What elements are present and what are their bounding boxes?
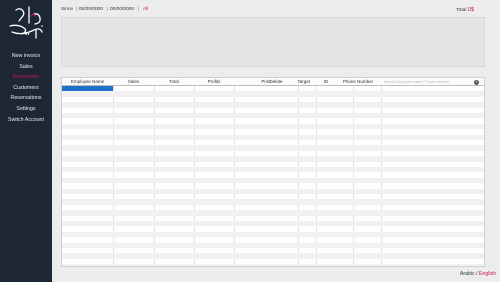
logo-calligraphy — [9, 6, 43, 39]
total-summary: Total 0$ — [456, 6, 474, 15]
column-header-id[interactable]: ID — [316, 78, 336, 86]
table-row[interactable] — [62, 264, 484, 266]
column-header-target[interactable]: Target — [288, 78, 310, 86]
column-header-employee-name[interactable]: Employee Name — [62, 78, 113, 86]
date-filter-bar: Since | 00/00/0000 | 00/00/0000 | All To… — [61, 6, 485, 14]
column-header-total[interactable]: Total — [154, 78, 194, 86]
all-filter-link[interactable]: All — [143, 6, 148, 14]
lang-label-arabic[interactable]: Arabic — [460, 271, 475, 277]
language-switch: Arabic / English — [460, 271, 496, 277]
sidebar-item-customers[interactable]: Customers — [0, 83, 52, 94]
sidebar-item-switch-account[interactable]: Switch Account — [0, 115, 52, 126]
column-header-profits[interactable]: Profits — [194, 78, 234, 86]
sidebar-item-employees[interactable]: Employees — [0, 72, 52, 83]
sidebar-item-new-invoice[interactable]: New invoice — [0, 51, 52, 62]
column-header-phone-number[interactable]: Phone Number — [334, 78, 382, 86]
table-header: Employee Name Sales Total Profits Print … — [62, 78, 484, 86]
sidebar-item-sales[interactable]: Sales — [0, 62, 52, 73]
from-date-field[interactable]: 00/00/0000 — [79, 6, 103, 14]
table-search-input[interactable] — [384, 79, 470, 85]
column-header-sales[interactable]: Sales — [113, 78, 154, 86]
lang-separator: / — [476, 271, 478, 277]
lang-link-english[interactable]: English — [479, 271, 496, 277]
filter-separator: | — [138, 7, 140, 12]
filter-separator: | — [76, 7, 78, 12]
employees-table: Employee Name Sales Total Profits Print … — [61, 77, 485, 267]
filter-separator: | — [107, 7, 109, 12]
total-label: Total — [456, 8, 467, 13]
sidebar-item-settings[interactable]: Settings — [0, 104, 52, 115]
sidebar-item-reservations[interactable]: Reservations — [0, 93, 52, 104]
info-icon[interactable]: i — [474, 79, 479, 85]
since-label: Since — [61, 7, 73, 12]
sidebar-nav: New invoice Sales Employees Customers Re… — [0, 51, 52, 125]
total-value: 0$ — [467, 7, 474, 13]
to-date-field[interactable]: 00/00/0000 — [110, 6, 134, 14]
sidebar: New invoice Sales Employees Customers Re… — [0, 0, 52, 282]
summary-panel — [61, 17, 485, 67]
